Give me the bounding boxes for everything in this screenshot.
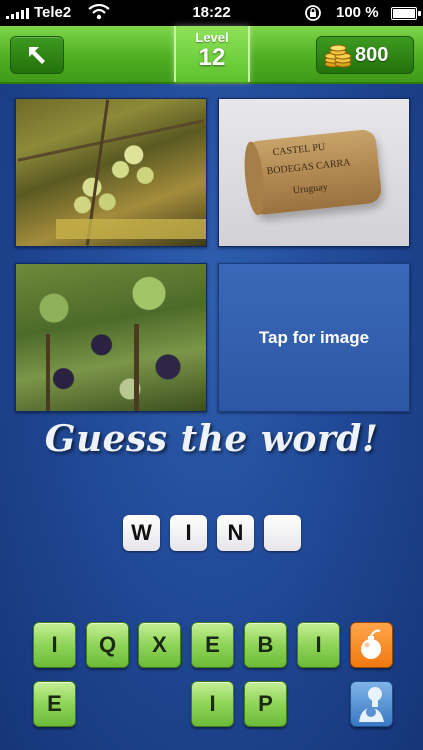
silhouette-icon xyxy=(359,687,384,722)
cork-text-3: Uruguay xyxy=(292,181,329,197)
hidden-image-tile[interactable]: Tap for image xyxy=(218,263,410,412)
ask-friend-button[interactable] xyxy=(350,681,393,727)
letter-key[interactable]: E xyxy=(33,681,76,727)
letter-key[interactable]: I xyxy=(297,622,340,668)
answer-slot[interactable] xyxy=(264,515,301,551)
answer-slot[interactable]: I xyxy=(170,515,207,551)
cork-text-2: BODEGAS CARRA xyxy=(266,157,351,178)
letter-key[interactable]: E xyxy=(191,622,234,668)
coin-count: 800 xyxy=(355,44,389,66)
top-bar: Level 12 800 xyxy=(0,26,423,84)
letter-key[interactable]: Q xyxy=(86,622,129,668)
back-arrow-icon xyxy=(29,47,45,64)
bomb-hint-button[interactable] xyxy=(350,622,393,668)
level-number: 12 xyxy=(198,44,226,71)
battery-percent: 100 % xyxy=(336,4,379,21)
tap-for-image-label: Tap for image xyxy=(258,327,370,347)
coins-button[interactable]: 800 xyxy=(316,36,414,74)
clue-image-vineyard[interactable] xyxy=(15,263,207,412)
letter-key[interactable]: B xyxy=(244,622,287,668)
vine-trunk xyxy=(46,334,50,411)
vineyard-wire xyxy=(56,219,206,239)
letter-key[interactable]: X xyxy=(138,622,181,668)
letter-key[interactable]: I xyxy=(191,681,234,727)
letter-key[interactable]: P xyxy=(244,681,287,727)
letter-key[interactable]: I xyxy=(33,622,76,668)
vine-branch xyxy=(17,119,205,162)
level-indicator: Level 12 xyxy=(174,26,250,82)
clue-image-cork[interactable]: CASTEL PU BODEGAS CARRA Uruguay xyxy=(218,98,410,247)
guess-heading: Guess the word! xyxy=(44,418,379,460)
battery-icon xyxy=(391,7,421,20)
coin-stack-icon xyxy=(324,44,352,68)
wine-cork: CASTEL PU BODEGAS CARRA Uruguay xyxy=(241,128,383,217)
status-bar: Tele2 18:22 100 % xyxy=(0,0,423,26)
cork-text-1: CASTEL PU xyxy=(272,141,326,159)
answer-slots: W I N xyxy=(123,515,301,551)
back-button[interactable] xyxy=(10,36,64,74)
level-label: Level xyxy=(195,30,229,45)
answer-slot[interactable]: N xyxy=(217,515,254,551)
answer-slot[interactable]: W xyxy=(123,515,160,551)
vine-trunk xyxy=(134,324,139,411)
bomb-icon xyxy=(361,629,381,659)
clue-image-grapes[interactable] xyxy=(15,98,207,247)
rotation-lock-icon xyxy=(305,5,321,21)
